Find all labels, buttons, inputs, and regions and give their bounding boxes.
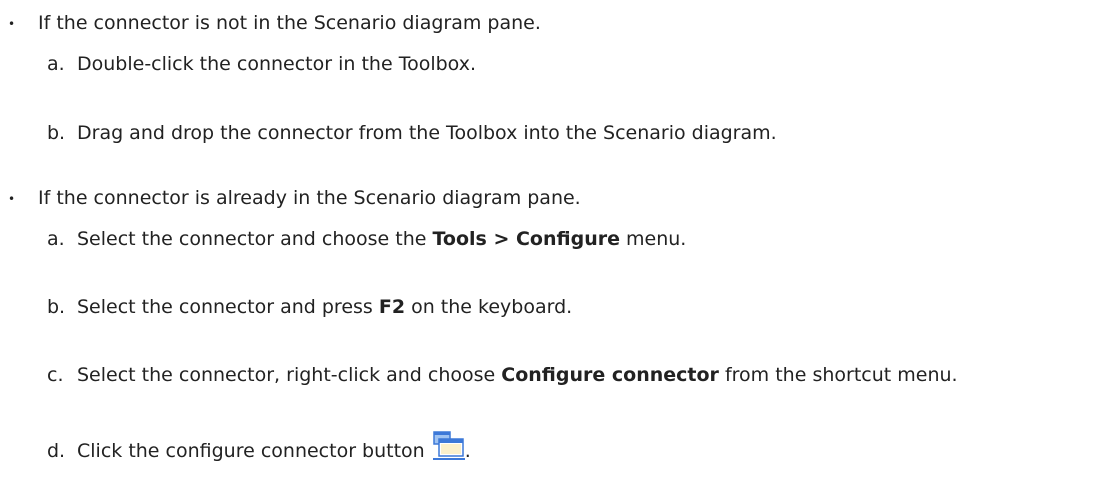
bullet-text: If the connector is already in the Scena… xyxy=(38,187,581,209)
step-text-before: Click the configure connector button xyxy=(77,440,431,462)
bullet-marker: • xyxy=(8,16,16,31)
menu-path: Tools > Configure xyxy=(432,228,620,250)
step-text-after: . xyxy=(464,440,471,462)
step-letter: a. xyxy=(47,53,65,75)
step-text: Drag and drop the connector from the Too… xyxy=(77,122,777,144)
step-text-before: Select the connector, right-click and ch… xyxy=(77,364,502,386)
step-text-after: menu. xyxy=(619,228,687,250)
menu-command: Configure connector xyxy=(501,364,719,386)
configure-connector-icon xyxy=(432,431,465,461)
keyboard-key: F2 xyxy=(378,296,406,318)
step-text-before: Select the connector and choose the xyxy=(77,228,433,250)
step-text-after: from the shortcut menu. xyxy=(718,364,958,386)
step-press-f2: b. Select the connector and press F2 on t… xyxy=(47,294,572,320)
step-right-click-configure: c. Select the connector, right-click and … xyxy=(47,362,958,388)
step-letter: d. xyxy=(47,440,66,462)
step-double-click: a. Double-click the connector in the Tool… xyxy=(47,51,476,77)
bullet-marker: • xyxy=(8,191,16,206)
bullet-text: If the connector is not in the Scenario … xyxy=(38,12,541,34)
step-click-button: d. Click the configure connector button . xyxy=(47,431,471,464)
step-letter: b. xyxy=(47,122,66,144)
document-page: • If the connector is not in the Scenario… xyxy=(0,0,1109,493)
step-letter: b. xyxy=(47,296,66,318)
step-tools-configure: a. Select the connector and choose the To… xyxy=(47,226,686,252)
step-letter: a. xyxy=(47,228,65,250)
step-letter: c. xyxy=(47,364,64,386)
step-text-before: Select the connector and press xyxy=(77,296,379,318)
step-drag-drop: b. Drag and drop the connector from the T… xyxy=(47,120,777,146)
bullet-already-in-diagram: • If the connector is already in the Scen… xyxy=(8,185,581,212)
step-text-after: on the keyboard. xyxy=(405,296,573,318)
step-text: Double-click the connector in the Toolbo… xyxy=(77,53,476,75)
bullet-not-in-diagram: • If the connector is not in the Scenario… xyxy=(8,10,541,37)
